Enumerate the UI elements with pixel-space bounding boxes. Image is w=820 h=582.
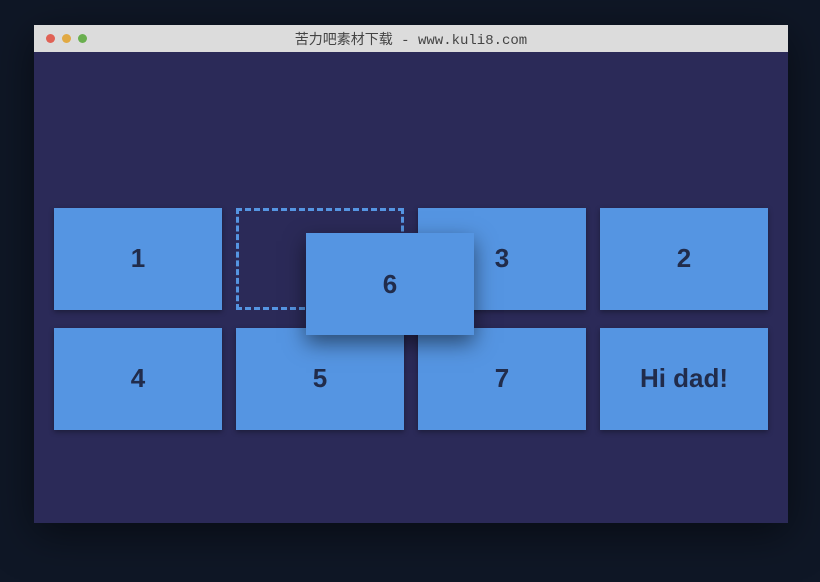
card-6-dragging[interactable]: 6: [306, 233, 474, 335]
minimize-icon[interactable]: [62, 34, 71, 43]
card-1[interactable]: 1: [54, 208, 222, 310]
window-controls: [46, 34, 87, 43]
card-2[interactable]: 2: [600, 208, 768, 310]
card-5[interactable]: 5: [236, 328, 404, 430]
maximize-icon[interactable]: [78, 34, 87, 43]
card-7[interactable]: 7: [418, 328, 586, 430]
browser-window: 苦力吧素材下载 - www.kuli8.com 1 3 2 4 5 7 Hi d…: [34, 25, 788, 523]
titlebar: 苦力吧素材下载 - www.kuli8.com: [34, 25, 788, 52]
window-content: 1 3 2 4 5 7 Hi dad! 6: [34, 52, 788, 523]
window-title: 苦力吧素材下载 - www.kuli8.com: [34, 29, 788, 49]
card-hi-dad[interactable]: Hi dad!: [600, 328, 768, 430]
card-4[interactable]: 4: [54, 328, 222, 430]
close-icon[interactable]: [46, 34, 55, 43]
